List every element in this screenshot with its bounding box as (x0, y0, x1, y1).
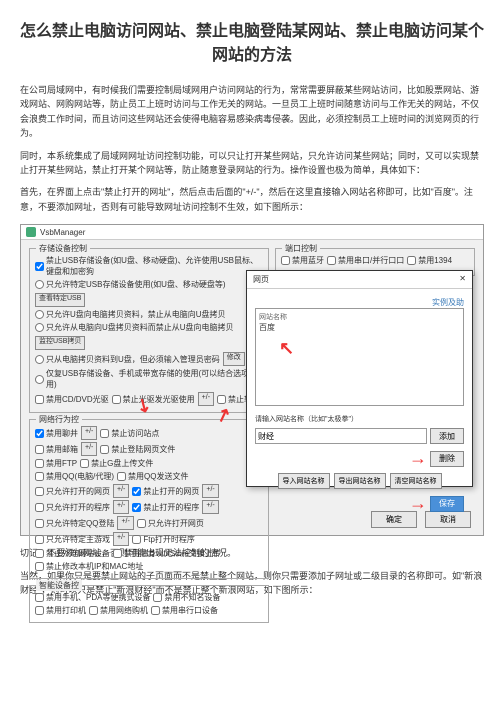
r-specific-usb[interactable]: 只允许特定USB存储设备使用(如U盘、移动硬盘等) (35, 279, 226, 290)
storage-group: 存储设备控制 禁止USB存储设备(如U盘、移动硬盘)、允许使用USB鼠标、键盘和… (29, 248, 269, 413)
url-dialog: 网页 ✕ 实例及助 网站名称 百度 ↖ 请输入网站名称（比如"太极拳"） 添加 (246, 270, 473, 487)
save-button[interactable]: 保存 (430, 496, 464, 512)
clear-button[interactable]: 清空网站名称 (390, 473, 442, 489)
paragraph-3: 首先，在界面上点击"禁止打开的网址"，然后点击后面的"+/-"，然后在这里直接输… (20, 185, 484, 214)
port-group-title: 端口控制 (282, 243, 320, 254)
app-window: VsbManager 存储设备控制 禁止USB存储设备(如U盘、移动硬盘)、允许… (20, 224, 484, 536)
storage-group-title: 存储设备控制 (36, 243, 90, 254)
cb-d5[interactable]: 禁用串行口设备 (151, 605, 218, 616)
cb-n4[interactable]: 禁止登陆网页文件 (100, 444, 175, 455)
pm-n12[interactable]: +/- (202, 500, 218, 514)
close-icon[interactable]: ✕ (459, 274, 466, 285)
red-arrow-4: → (409, 448, 427, 469)
app-title: VsbManager (40, 228, 85, 237)
paragraph-1: 在公司局域网中，有时候我们需要控制局域网用户访问网站的行为，常常需要屏蔽某些网站… (20, 83, 484, 141)
del-button[interactable]: 删除 (430, 451, 464, 467)
cb-n5[interactable]: 禁用FTP (35, 458, 77, 469)
cb-usb-main[interactable]: 禁止USB存储设备(如U盘、移动硬盘)、允许使用USB鼠标、键盘和加密狗 (35, 255, 263, 277)
net-group-title: 网络行为控 (36, 414, 82, 425)
export-button[interactable]: 导出网站名称 (334, 473, 386, 489)
cb-n19[interactable]: 禁止修改本机IP和MAC地址 (35, 561, 143, 572)
help-link[interactable]: 实例及助 (432, 297, 464, 308)
cb-d3[interactable]: 禁用打印机 (35, 605, 86, 616)
list-item-baidu[interactable]: 百度 (259, 322, 460, 333)
cb-n14[interactable]: 只允许打开网页 (137, 518, 204, 529)
cb-n18[interactable]: 禁用随身wifi/Store交换上传 (113, 548, 221, 559)
r-pc-to-usb[interactable]: 只允许从电脑向U盘拷贝资料而禁止从U盘向电脑拷贝 (35, 322, 234, 333)
btn-monitor[interactable]: 监控USB拷贝 (35, 336, 85, 350)
red-arrow-3: ↖ (279, 338, 294, 358)
cb-cd[interactable]: 禁用CD/DVD光驱 (35, 394, 109, 405)
cb-n17[interactable]: 禁止外连网站设备 (35, 548, 110, 559)
r-usb-to-pc[interactable]: 只允许U盘向电脑拷贝资料，禁止从电脑向U盘拷贝 (35, 309, 226, 320)
cb-d1[interactable]: 禁用手机、PDA等便携式设备 (35, 592, 150, 603)
cb-p1[interactable]: 禁用蓝牙 (281, 255, 324, 266)
cb-n11[interactable]: 只允许打开的程序 (35, 502, 110, 513)
btn-view-usb[interactable]: 查看特定USB (35, 293, 85, 307)
btn-modify[interactable]: 修改 (223, 352, 245, 366)
cb-n2[interactable]: 禁止访问站点 (100, 428, 159, 439)
pm-n15[interactable]: +/- (113, 532, 129, 546)
red-arrow-5: → (409, 493, 427, 514)
cb-d2[interactable]: 禁用不知名设备 (153, 592, 220, 603)
pm-n3[interactable]: +/- (81, 442, 97, 456)
url-input[interactable] (255, 428, 427, 444)
cb-d4[interactable]: 禁用网络购机 (89, 605, 148, 616)
dev-group: 智能设备控 禁用手机、PDA等便携式设备 禁用不知名设备 禁用打印机 禁用网络购… (29, 585, 269, 623)
cb-n10[interactable]: 禁止打开的网页 (132, 486, 199, 497)
input-label: 请输入网站名称（比如"太极拳"） (255, 414, 358, 424)
import-button[interactable]: 导入网站名称 (278, 473, 330, 489)
cb-n6[interactable]: 禁止G盘上传文件 (80, 458, 153, 469)
cb-n15[interactable]: 只允许特定主游戏 (35, 534, 110, 545)
cb-n7[interactable]: 禁用QQ(电脑/代理) (35, 471, 114, 482)
paragraph-2: 同时，本系统集成了局域网网址访问控制功能，可以只让打开某些网站，只允许访问某些网… (20, 149, 484, 178)
pm-n1[interactable]: +/- (81, 426, 97, 440)
cb-p2[interactable]: 禁用串口/并行口口 (327, 255, 404, 266)
url-list[interactable]: 网站名称 百度 ↖ (255, 308, 464, 406)
cb-n13[interactable]: 只允许特定QQ登陆 (35, 518, 114, 529)
pm-n10[interactable]: +/- (202, 484, 218, 498)
pm-n11[interactable]: +/- (113, 500, 129, 514)
dev-group-title: 智能设备控 (36, 580, 82, 591)
dialog-title-text: 网页 (253, 274, 269, 285)
r-restore[interactable]: 仅复USB存储设备、手机或带宽存储的使用(可以结合选项使用) (35, 368, 263, 390)
app-icon (26, 227, 36, 237)
r-password[interactable]: 只从电脑拷贝资料到U盘，但必须输入管理员密码 (35, 354, 220, 365)
cb-p3[interactable]: 禁用1394 (407, 255, 452, 266)
pm-n9[interactable]: +/- (113, 484, 129, 498)
titlebar: VsbManager (21, 225, 483, 240)
net-group: 网络行为控 禁用聊井+/- 禁止访问站点 禁用邮箱+/- 禁止登陆网页文件 禁用… (29, 419, 269, 579)
list-header: 网站名称 (259, 312, 460, 322)
pm-n13[interactable]: +/- (117, 516, 133, 530)
cb-n16[interactable]: Ftp打开时程序 (132, 534, 195, 545)
cb-n12[interactable]: 禁止打开的程序 (132, 502, 199, 513)
page-title: 怎么禁止电脑访问网站、禁止电脑登陆某网站、禁止电脑访问某个网站的方法 (20, 20, 484, 68)
btn-pm1[interactable]: +/- (198, 392, 214, 406)
cb-n9[interactable]: 只允许打开的网页 (35, 486, 110, 497)
cb-n1[interactable]: 禁用聊井 (35, 428, 78, 439)
add-button[interactable]: 添加 (430, 428, 464, 444)
cb-n3[interactable]: 禁用邮箱 (35, 444, 78, 455)
cb-n8[interactable]: 禁用QQ发送文件 (117, 471, 188, 482)
